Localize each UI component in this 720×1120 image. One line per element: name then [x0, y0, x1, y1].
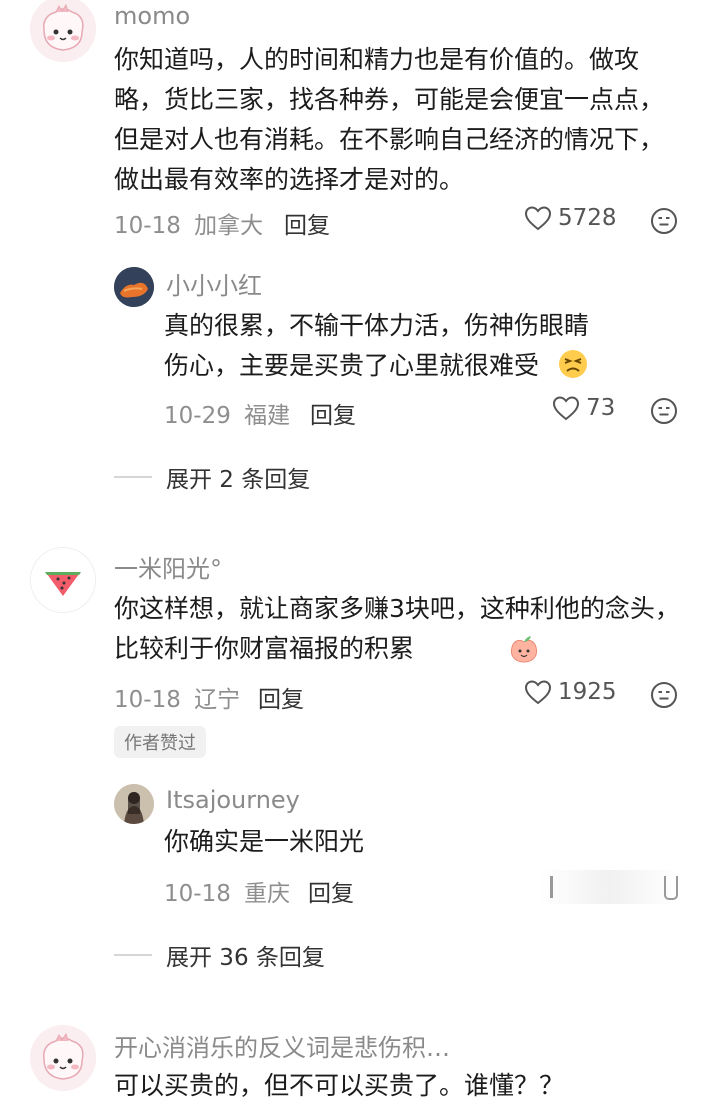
avatar[interactable]	[30, 0, 96, 62]
like-count: 1925	[558, 679, 617, 705]
comment-location: 福建	[244, 403, 291, 429]
reply-button[interactable]: 回复	[258, 680, 304, 714]
heart-icon	[552, 396, 580, 421]
avatar[interactable]	[30, 547, 96, 613]
emoji-react-button[interactable]	[650, 681, 678, 709]
comment-meta: 10-18 加拿大	[114, 206, 263, 240]
reply-button[interactable]: 回复	[310, 396, 356, 430]
like-button[interactable]: 5728	[524, 205, 617, 231]
like-button[interactable]: 1925	[524, 679, 617, 705]
watermelon-avatar-icon	[31, 548, 95, 612]
comment-text: 可以买贵的，但不可以买贵了。谁懂？？	[114, 1071, 565, 1100]
neutral-face-icon	[651, 208, 677, 234]
comment-location: 辽宁	[194, 687, 241, 713]
avatar[interactable]	[114, 267, 154, 307]
like-count: 73	[586, 395, 616, 421]
cute-dino-avatar-icon	[30, 0, 96, 62]
comment-text: 你确实是一米阳光	[164, 827, 365, 856]
expand-replies-button[interactable]: 展开 36 条回复	[114, 938, 325, 972]
emoji-react-button[interactable]	[650, 207, 678, 235]
expand-replies-label: 展开 36 条回复	[166, 945, 325, 971]
username[interactable]: Itsajourney	[166, 786, 300, 814]
comment-location: 重庆	[244, 881, 291, 907]
watermark-overlay	[540, 870, 680, 904]
divider-line	[114, 476, 152, 478]
comment-date: 10-18	[114, 687, 181, 713]
comment-date: 10-29	[164, 403, 231, 429]
comment-text: 真的很累，不输干体力活，伤神伤眼睛伤心，主要是买贵了心里就很难受	[164, 311, 590, 380]
sunset-avatar-icon	[114, 267, 154, 307]
heart-icon	[524, 680, 552, 705]
expand-replies-label: 展开 2 条回复	[166, 467, 311, 493]
comment-meta: 10-18 辽宁	[114, 680, 240, 714]
emoji-react-button[interactable]	[650, 397, 678, 425]
comment-date: 10-18	[114, 213, 181, 239]
username[interactable]: 一米阳光°	[114, 549, 222, 584]
avatar[interactable]	[114, 784, 154, 824]
comment-location: 加拿大	[194, 213, 264, 239]
comment-date: 10-18	[164, 881, 231, 907]
peach-emoji-icon	[507, 632, 541, 666]
username[interactable]: 小小小红	[166, 266, 262, 301]
neutral-face-icon	[651, 398, 677, 424]
comment-meta: 10-18 重庆	[164, 874, 290, 908]
like-button[interactable]: 73	[552, 395, 615, 421]
tired-face-emoji-icon	[557, 348, 589, 380]
username[interactable]: momo	[114, 2, 190, 30]
comment-text: 你这样想，就让商家多赚3块吧，这种利他的念头，比较利于你财富福报的积累	[114, 594, 680, 663]
neutral-face-icon	[651, 682, 677, 708]
like-count: 5728	[558, 205, 617, 231]
person-photo-avatar-icon	[114, 784, 154, 824]
reply-button[interactable]: 回复	[284, 206, 330, 240]
divider-line	[114, 954, 152, 956]
comment-meta: 10-29 福建	[164, 396, 290, 430]
author-liked-badge: 作者赞过	[114, 726, 206, 758]
username[interactable]: 开心消消乐的反义词是悲伤积…	[114, 1028, 450, 1063]
expand-replies-button[interactable]: 展开 2 条回复	[114, 460, 310, 494]
avatar[interactable]	[30, 1025, 96, 1091]
heart-icon	[524, 206, 552, 231]
reply-button[interactable]: 回复	[308, 874, 354, 908]
cute-dino-avatar-icon	[30, 1025, 96, 1091]
comment-text: 你知道吗，人的时间和精力也是有价值的。做攻略，货比三家，找各种券，可能是会便宜一…	[114, 45, 665, 194]
